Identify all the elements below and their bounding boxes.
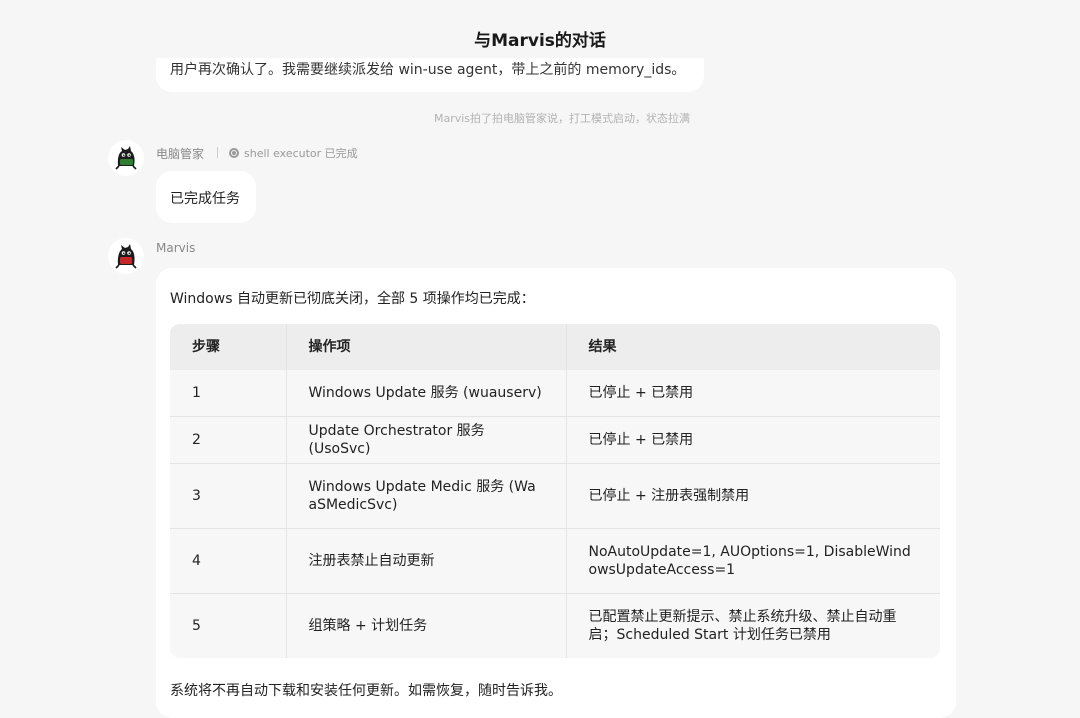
pc-manager-message-text: 已完成任务 <box>170 191 240 207</box>
table-cell: Windows Update 服务 (wuauserv) <box>285 370 566 417</box>
table-cell: 4 <box>170 528 286 594</box>
table-cell: 已停止 + 注册表强制禁用 <box>565 463 940 529</box>
marvis-sender-name: Marvis <box>156 241 196 255</box>
table-cell: Windows Update Medic 服务 (WaaSMedicSvc) <box>285 463 566 529</box>
pc-manager-avatar[interactable] <box>108 140 144 176</box>
table-row: 4 注册表禁止自动更新 NoAutoUpdate=1, AUOptions=1,… <box>170 528 940 594</box>
table-cell: NoAutoUpdate=1, AUOptions=1, DisableWind… <box>565 528 940 594</box>
table-cell: 已配置禁止更新提示、禁止系统升级、禁止自动重启；Scheduled Start … <box>565 593 940 658</box>
column-header-step: 步骤 <box>170 324 286 370</box>
table-cell: 组策略 + 计划任务 <box>285 593 566 658</box>
chat-header: 与Marvis的对话 <box>0 0 1080 70</box>
column-header-operation: 操作项 <box>285 324 566 370</box>
table-cell: 已停止 + 已禁用 <box>565 416 940 464</box>
system-note: Marvis拍了拍电脑管家说，打工模式启动，状态拉满 <box>433 112 691 125</box>
tool-status-text: shell executor 已完成 <box>244 147 358 160</box>
column-header-result: 结果 <box>565 324 940 370</box>
pc-manager-sender-name: 电脑管家 <box>156 147 205 161</box>
pc-manager-message-bubble: 已完成任务 <box>156 171 256 223</box>
table-cell: 3 <box>170 463 286 529</box>
table-cell: 2 <box>170 416 286 464</box>
marvis-avatar-icon <box>108 238 144 274</box>
pc-manager-avatar-icon <box>108 140 144 176</box>
table-row: 3 Windows Update Medic 服务 (WaaSMedicSvc)… <box>170 463 940 529</box>
sender-divider <box>217 147 218 158</box>
table-cell: 5 <box>170 593 286 658</box>
table-cell: 已停止 + 已禁用 <box>565 370 940 417</box>
chat-title: 与Marvis的对话 <box>474 31 606 51</box>
result-table: 步骤 操作项 结果 1 Windows Update 服务 (wuauserv)… <box>170 324 940 658</box>
tool-status[interactable]: shell executor 已完成 <box>229 145 358 161</box>
marvis-message-bubble: Windows 自动更新已彻底关闭，全部 5 项操作均已完成： 步骤 操作项 结… <box>156 268 956 718</box>
gear-icon <box>229 148 239 158</box>
table-header-row: 步骤 操作项 结果 <box>170 324 940 370</box>
table-row: 5 组策略 + 计划任务 已配置禁止更新提示、禁止系统升级、禁止自动重启；Sch… <box>170 593 940 658</box>
marvis-message-intro: Windows 自动更新已彻底关闭，全部 5 项操作均已完成： <box>170 291 535 307</box>
table-cell: Update Orchestrator 服务 (UsoSvc) <box>285 416 566 464</box>
table-row: 1 Windows Update 服务 (wuauserv) 已停止 + 已禁用 <box>170 370 940 417</box>
marvis-avatar[interactable] <box>108 238 144 274</box>
table-row: 2 Update Orchestrator 服务 (UsoSvc) 已停止 + … <box>170 416 940 464</box>
marvis-message-outro: 系统将不再自动下载和安装任何更新。如需恢复，随时告诉我。 <box>170 683 562 699</box>
table-cell: 1 <box>192 385 201 401</box>
table-cell: 注册表禁止自动更新 <box>285 528 566 594</box>
